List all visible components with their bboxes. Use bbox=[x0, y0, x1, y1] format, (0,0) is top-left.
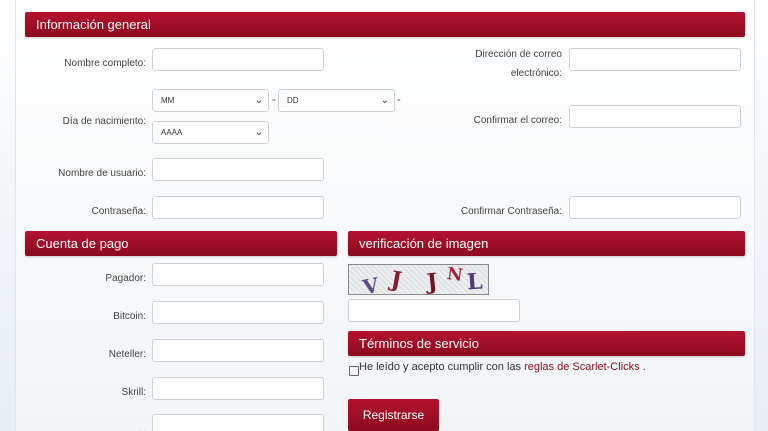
captcha-header: verificación de imagen bbox=[348, 231, 745, 256]
birth-day-select[interactable]: DD ⌄ bbox=[278, 89, 395, 112]
birth-month-select[interactable]: MM ⌄ bbox=[152, 89, 269, 112]
password-field[interactable] bbox=[152, 196, 324, 219]
username-field[interactable] bbox=[152, 158, 324, 181]
email-label: Dirección de correo electrónico: bbox=[410, 45, 562, 83]
captcha-glyph: J bbox=[425, 268, 439, 295]
captcha-image: V J J N L bbox=[348, 264, 489, 295]
birth-date-label: Día de nacimiento: bbox=[62, 116, 146, 127]
general-info-header: Información general bbox=[25, 12, 745, 37]
partial-label: ... bbox=[137, 424, 146, 431]
username-label: Nombre de usuario: bbox=[58, 168, 146, 179]
date-separator: - bbox=[272, 94, 276, 106]
full-name-field[interactable] bbox=[152, 48, 324, 71]
email-field[interactable] bbox=[569, 48, 741, 71]
captcha-field[interactable] bbox=[348, 299, 520, 322]
partial-field[interactable] bbox=[152, 414, 324, 431]
skrill-label: Skrill: bbox=[121, 387, 146, 398]
full-name-label: Nombre completo: bbox=[64, 58, 146, 69]
birth-year-select[interactable]: AAAA ⌄ bbox=[152, 121, 269, 144]
chevron-down-icon: ⌄ bbox=[254, 127, 263, 138]
birth-year-value: AAAA bbox=[161, 128, 183, 137]
confirm-email-field[interactable] bbox=[569, 105, 741, 128]
neteller-label: Neteller: bbox=[108, 349, 146, 360]
captcha-glyph: L bbox=[466, 268, 484, 295]
date-separator: - bbox=[397, 94, 401, 106]
birth-day-value: DD bbox=[287, 96, 299, 105]
chevron-down-icon: ⌄ bbox=[254, 95, 263, 106]
bitcoin-field[interactable] bbox=[152, 301, 324, 324]
captcha-glyph: V bbox=[360, 272, 381, 295]
payment-account-header: Cuenta de pago bbox=[25, 231, 337, 256]
email-label-line2: electrónico: bbox=[510, 68, 562, 79]
confirm-password-field[interactable] bbox=[569, 196, 741, 219]
terms-text-before: He leído y acepto cumplir con las bbox=[359, 361, 525, 373]
register-button[interactable]: Registrarse bbox=[348, 399, 439, 431]
neteller-field[interactable] bbox=[152, 339, 324, 362]
captcha-glyph: J bbox=[388, 266, 404, 294]
email-label-line1: Dirección de correo bbox=[475, 49, 562, 60]
payer-field[interactable] bbox=[152, 263, 324, 286]
confirm-password-label: Confirmar Contraseña: bbox=[460, 206, 562, 217]
bitcoin-label: Bitcoin: bbox=[113, 311, 146, 322]
terms-header: Términos de servicio bbox=[348, 331, 745, 356]
payer-label: Pagador: bbox=[105, 273, 146, 284]
terms-text: He leído y acepto cumplir con las reglas… bbox=[359, 361, 646, 373]
captcha-glyph: N bbox=[445, 264, 464, 286]
terms-checkbox[interactable] bbox=[349, 366, 359, 376]
terms-rules-link[interactable]: reglas de Scarlet-Clicks bbox=[524, 361, 640, 373]
birth-month-value: MM bbox=[161, 96, 175, 105]
password-label: Contraseña: bbox=[91, 206, 146, 217]
chevron-down-icon: ⌄ bbox=[380, 95, 389, 106]
terms-text-after: . bbox=[639, 361, 646, 373]
confirm-email-label: Confirmar el correo: bbox=[473, 115, 562, 126]
skrill-field[interactable] bbox=[152, 377, 324, 400]
